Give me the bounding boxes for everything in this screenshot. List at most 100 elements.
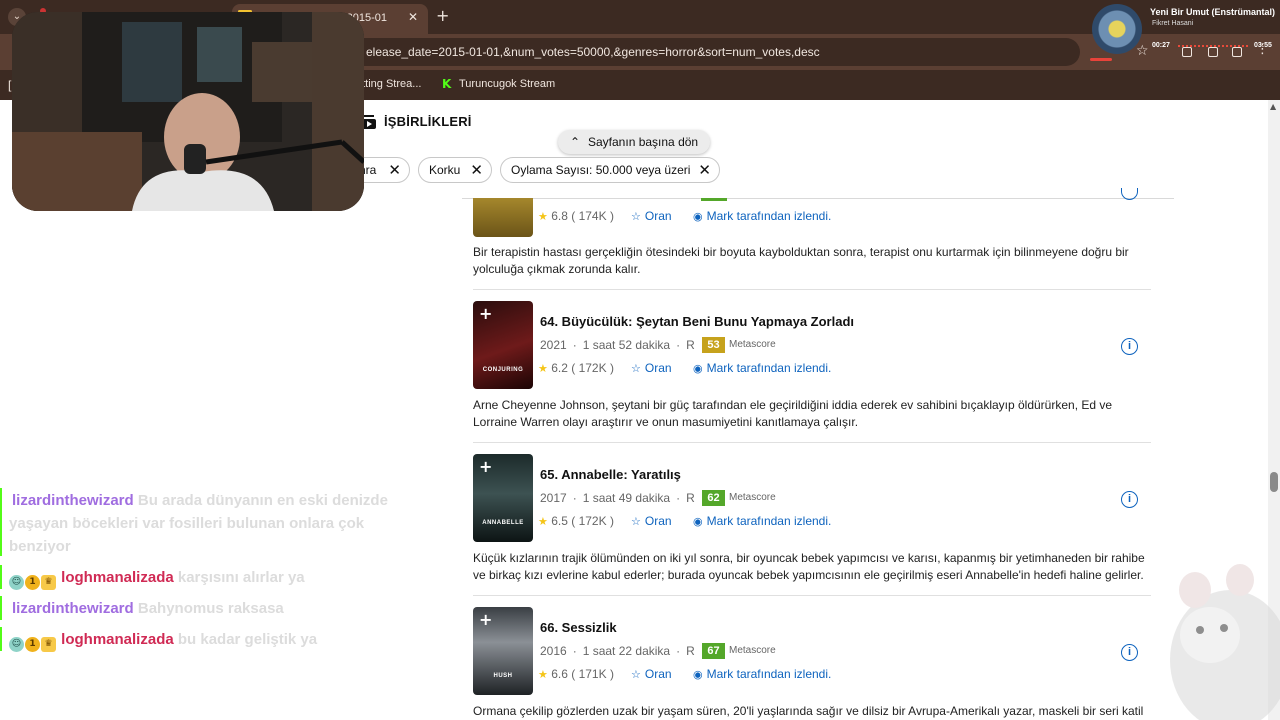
chat-accent-bar xyxy=(0,627,2,651)
watched-button[interactable]: ◉ Mark tarafından izlendi. xyxy=(693,514,831,528)
imdb-rating: ★ 6.6 ( 171K ) xyxy=(538,667,614,681)
list-item: ★ 6.8 ( 174K ) ☆ Oran ◉ Mark tarafından iz… xyxy=(473,100,1153,290)
movie-poster[interactable]: + ANNABELLE xyxy=(473,454,533,542)
new-tab-button[interactable]: + xyxy=(436,6,449,25)
movie-poster[interactable]: + HUSH xyxy=(473,607,533,695)
rate-button[interactable]: ☆ Oran xyxy=(631,361,672,375)
gift-badge-icon: 1 xyxy=(25,637,40,652)
rate-button[interactable]: ☆ Oran xyxy=(631,667,672,681)
add-to-watchlist-icon[interactable]: + xyxy=(479,457,492,476)
crown-badge-icon: ♛ xyxy=(41,575,56,590)
gift-badge-icon: 1 xyxy=(25,575,40,590)
url-text: elease_date=2015-01-01,&num_votes=50000,… xyxy=(366,45,820,59)
video-stack-icon xyxy=(362,114,378,129)
chat-message: lizardinthewizard Bu arada dünyanın en e… xyxy=(12,492,388,509)
metascore-badge: 67 xyxy=(702,643,725,659)
rating-value: 6.5 xyxy=(551,514,568,528)
watched-button[interactable]: ◉ Mark tarafından izlendi. xyxy=(693,667,831,681)
chat-message-continued: yaşayan böcekleri var fosilleri bulunan … xyxy=(9,515,364,532)
imdb-rating: ★ 6.2 ( 172K ) xyxy=(538,361,614,375)
song-artist: Fikret Hasani xyxy=(1152,20,1194,27)
scrollbar-thumb[interactable] xyxy=(1270,472,1278,492)
album-art xyxy=(1092,4,1142,54)
rate-label: Oran xyxy=(644,209,672,223)
movie-year: 2016 xyxy=(540,644,567,658)
rate-button[interactable]: ☆ Oran xyxy=(631,209,672,223)
rating-value: 6.2 xyxy=(551,361,568,375)
list-item: + ANNABELLE 65. Annabelle: Yaratılış 201… xyxy=(473,454,1153,604)
chat-accent-bar xyxy=(0,565,2,589)
movie-certificate: R xyxy=(686,338,695,352)
metascore-badge xyxy=(701,198,727,201)
info-icon[interactable]: i xyxy=(1121,644,1138,661)
movie-description: Arne Cheyenne Johnson, şeytani bir güç t… xyxy=(473,398,1113,429)
chat-message: lizardinthewizard Bahynomus raksasa xyxy=(12,600,284,617)
chat-text: Bahynomus raksasa xyxy=(137,600,284,617)
bookmark-folder-icon[interactable]: [ xyxy=(8,78,11,92)
item-divider xyxy=(473,289,1151,290)
add-to-watchlist-icon[interactable]: + xyxy=(479,610,492,629)
star-outline-icon: ☆ xyxy=(631,668,641,681)
add-to-watchlist-icon[interactable]: + xyxy=(479,304,492,323)
scroll-up-arrow-icon[interactable]: ▲ xyxy=(1270,102,1276,111)
subscriber-badge-icon: ☺ xyxy=(9,575,24,590)
watched-label: Mark tarafından izlendi. xyxy=(706,667,832,681)
elapsed-time: 00:27 xyxy=(1152,42,1170,49)
movie-duration: 1 saat 52 dakika xyxy=(582,338,671,352)
remove-filter-icon[interactable]: ✕ xyxy=(388,158,401,182)
movie-description: Küçük kızlarının trajik ölümünden on iki… xyxy=(473,551,1145,582)
chat-message: ☺ 1 ♛ loghmanalizada karşısını alırlar ya xyxy=(9,569,305,590)
vote-count: ( 172K ) xyxy=(571,361,614,375)
vote-count: ( 171K ) xyxy=(571,667,614,681)
chat-text: bu kadar geliştik ya xyxy=(177,631,318,648)
rat-overlay-image xyxy=(1170,564,1280,720)
bookmark-item[interactable]: atting Strea... xyxy=(356,78,421,90)
rate-label: Oran xyxy=(644,514,672,528)
metascore-badge: 62 xyxy=(702,490,725,506)
metascore-label: Metascore xyxy=(729,645,776,656)
bookmark-item[interactable]: Turuncugok Stream xyxy=(459,78,555,90)
chat-text: karşısını alırlar ya xyxy=(177,569,305,586)
watched-label: Mark tarafından izlendi. xyxy=(706,209,832,223)
list-item: + HUSH 66. Sessizlik 2016 · 1 saat 22 daki… xyxy=(473,607,1153,720)
info-icon[interactable] xyxy=(1121,188,1138,200)
movie-description: Bir terapistin hastası gerçekliğin ötesi… xyxy=(473,245,1129,276)
metascore-badge: 53 xyxy=(702,337,725,353)
webcam-overlay xyxy=(12,12,364,211)
star-icon: ★ xyxy=(538,362,548,375)
poster-text: CONJURING xyxy=(482,367,524,373)
movie-year: 2017 xyxy=(540,491,567,505)
chat-username: loghmanalizada xyxy=(61,631,174,648)
tab-close-icon[interactable]: ✕ xyxy=(408,10,418,24)
address-bar[interactable]: elease_date=2015-01-01,&num_votes=50000,… xyxy=(300,38,1080,66)
movie-duration: 1 saat 22 dakika xyxy=(582,644,671,658)
movie-description: Ormana çekilip gözlerden uzak bir yaşam … xyxy=(473,704,1144,718)
info-icon[interactable]: i xyxy=(1121,491,1138,508)
movie-title[interactable]: 65. Annabelle: Yaratılış xyxy=(540,467,681,482)
song-title: Yeni Bir Umut (Enstrümantal) xyxy=(1150,7,1276,17)
movie-poster[interactable] xyxy=(473,198,533,237)
rate-label: Oran xyxy=(644,361,672,375)
movie-poster[interactable]: + CONJURING xyxy=(473,301,533,389)
rate-button[interactable]: ☆ Oran xyxy=(631,514,672,528)
star-outline-icon: ☆ xyxy=(631,210,641,223)
watched-button[interactable]: ◉ Mark tarafından izlendi. xyxy=(693,209,831,223)
movie-certificate: R xyxy=(686,491,695,505)
chat-text: benziyor xyxy=(9,538,71,555)
info-icon[interactable]: i xyxy=(1121,338,1138,355)
movie-title[interactable]: 64. Büyücülük: Şeytan Beni Bunu Yapmaya … xyxy=(540,314,854,329)
watched-button[interactable]: ◉ Mark tarafından izlendi. xyxy=(693,361,831,375)
chat-text: Bu arada dünyanın en eski denizde xyxy=(137,492,388,509)
imdb-rating: ★ 6.5 ( 172K ) xyxy=(538,514,614,528)
movie-meta: 2021 · 1 saat 52 dakika · R xyxy=(540,338,695,352)
rating-value: 6.8 xyxy=(551,209,568,223)
collaborations-link[interactable]: İŞBİRLİKLERİ xyxy=(362,114,472,129)
eye-icon: ◉ xyxy=(693,668,703,681)
playback-progress xyxy=(1178,45,1248,47)
movie-title[interactable]: 66. Sessizlik xyxy=(540,620,617,635)
chat-accent-bar xyxy=(0,596,2,620)
chat-username: lizardinthewizard xyxy=(12,600,134,617)
vote-count: ( 174K ) xyxy=(571,209,614,223)
now-playing-widget: Yeni Bir Umut (Enstrümantal) Fikret Hasa… xyxy=(1090,0,1280,60)
metascore-label: Metascore xyxy=(729,339,776,350)
